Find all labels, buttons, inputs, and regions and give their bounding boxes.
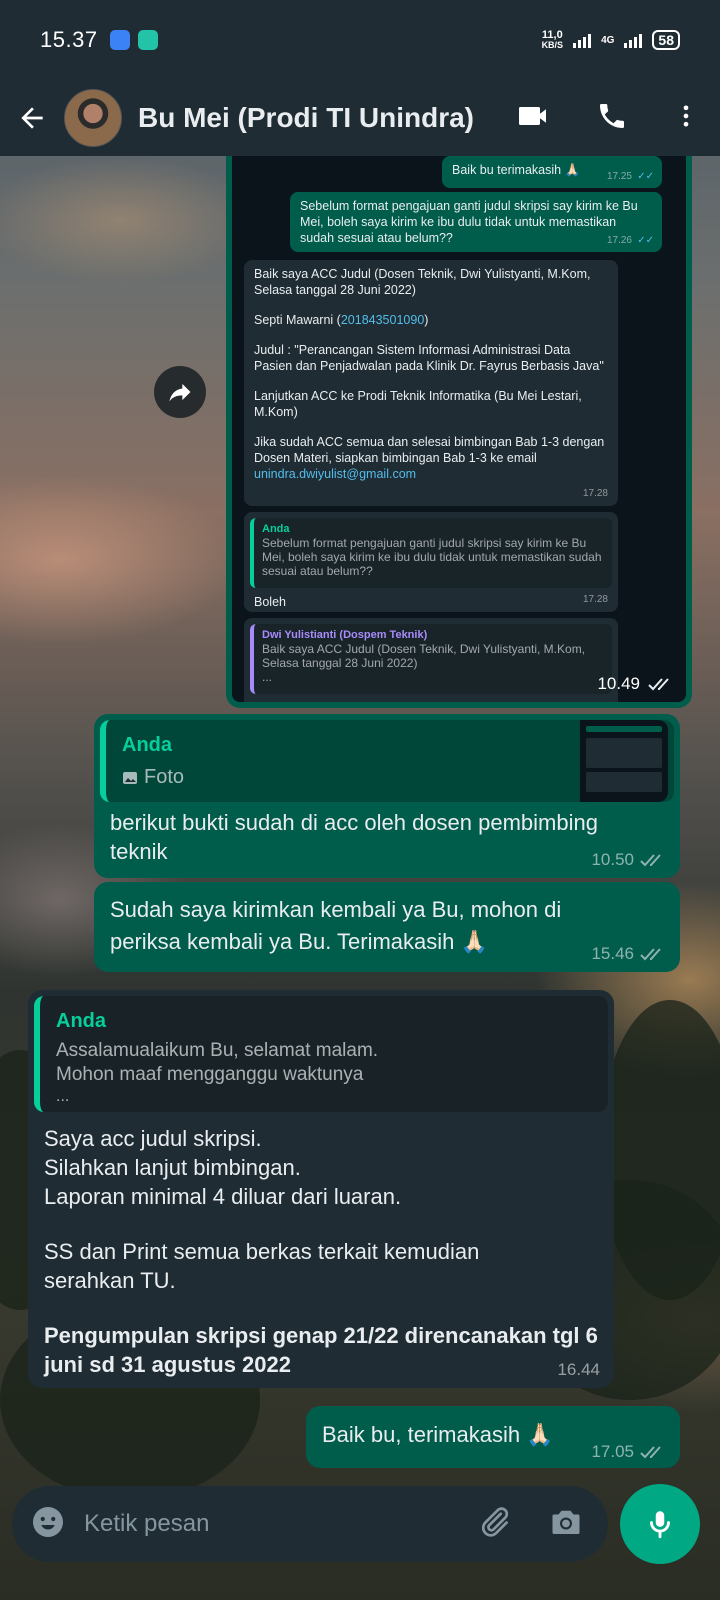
embedded-message: Baik bu terimakasih 🙏🏻 17.25 ✓✓ — [442, 156, 662, 188]
video-call-icon[interactable] — [516, 98, 552, 139]
contact-name[interactable]: Bu Mei (Prodi TI Unindra) — [138, 102, 474, 134]
message-input[interactable]: Ketik pesan — [84, 1510, 209, 1538]
photo-icon — [123, 771, 137, 784]
embedded-message: Sebelum format pengajuan ganti judul skr… — [290, 192, 662, 252]
reply-preview[interactable]: Anda Assalamualaikum Bu, selamat malam. … — [34, 996, 608, 1112]
reply-preview[interactable]: Anda Foto — [100, 720, 674, 802]
message-text: Sudah saya kirimkan kembali ya Bu, mohon… — [110, 897, 562, 954]
message-time: 16.44 — [557, 1360, 600, 1379]
embedded-message: Anda Sebelum format pengajuan ganti judu… — [244, 512, 618, 612]
double-check-icon — [648, 678, 669, 691]
back-arrow-icon[interactable] — [16, 100, 52, 136]
network-type: 4G — [601, 34, 615, 46]
more-vert-icon[interactable] — [672, 100, 700, 137]
emoji-icon[interactable] — [30, 1504, 66, 1545]
image-timestamp: 10.49 — [597, 674, 674, 694]
double-check-icon — [640, 948, 661, 961]
avatar[interactable] — [64, 89, 122, 147]
camera-icon[interactable] — [548, 1504, 584, 1545]
outgoing-message[interactable]: Anda Foto berikut bukti sudah di acc ole… — [94, 714, 680, 878]
app-notification-icon — [109, 30, 130, 50]
message-composer: Ketik pesan — [12, 1486, 608, 1562]
chat-header: Bu Mei (Prodi TI Unindra) — [0, 80, 720, 156]
message-text-bold: Pengumpulan skripsi genap 21/22 direncan… — [44, 1323, 598, 1377]
status-bar: 15.37 11,0 KB/S 4G 58 — [0, 0, 720, 80]
reply-thumbnail — [580, 720, 668, 802]
double-check-icon — [640, 854, 661, 867]
reply-sender: Anda — [122, 734, 172, 756]
message-time: 17.05 — [591, 1442, 634, 1461]
outgoing-message[interactable]: Sudah saya kirimkan kembali ya Bu, mohon… — [94, 882, 680, 972]
wifi-signal-icon — [573, 32, 592, 48]
mic-icon — [650, 1511, 670, 1539]
net-speed: 11,0 KB/S — [541, 29, 564, 51]
message-notification-icon — [137, 30, 158, 50]
message-text: Saya acc judul skripsi. — [44, 1126, 262, 1151]
status-time: 15.37 — [40, 27, 98, 52]
forward-icon[interactable] — [154, 366, 206, 418]
embedded-message: Dwi Yulistianti (Dospem Teknik) Baik say… — [244, 618, 618, 702]
phone-icon[interactable] — [596, 100, 628, 137]
mic-button[interactable] — [620, 1484, 700, 1564]
message-text: Baik bu, terimakasih 🙏🏻 — [322, 1422, 554, 1447]
message-text: Silahkan lanjut bimbingan. — [44, 1155, 301, 1180]
message-text: berikut bukti sudah di acc oleh dosen pe… — [110, 810, 598, 864]
message-text: SS dan Print semua berkas terkait kemudi… — [44, 1239, 480, 1293]
message-text: Laporan minimal 4 diluar dari luaran. — [44, 1184, 402, 1209]
double-check-icon — [640, 1446, 661, 1459]
incoming-message[interactable]: Anda Assalamualaikum Bu, selamat malam. … — [28, 990, 614, 1388]
message-time: 10.50 — [591, 850, 634, 869]
cell-signal-icon — [624, 32, 643, 48]
embedded-message: Baik saya ACC Judul (Dosen Teknik, Dwi Y… — [244, 260, 618, 506]
message-time: 15.46 — [591, 944, 634, 963]
message-list[interactable]: Baik bu terimakasih 🙏🏻 17.25 ✓✓ Sebelum … — [0, 156, 720, 1486]
image-message[interactable]: Baik bu terimakasih 🙏🏻 17.25 ✓✓ Sebelum … — [226, 156, 692, 708]
outgoing-message[interactable]: Baik bu, terimakasih 🙏🏻 17.05 — [306, 1406, 680, 1468]
battery-indicator: 58 — [652, 30, 680, 50]
attach-icon[interactable] — [476, 1504, 512, 1545]
reply-sender: Anda — [56, 1010, 106, 1032]
